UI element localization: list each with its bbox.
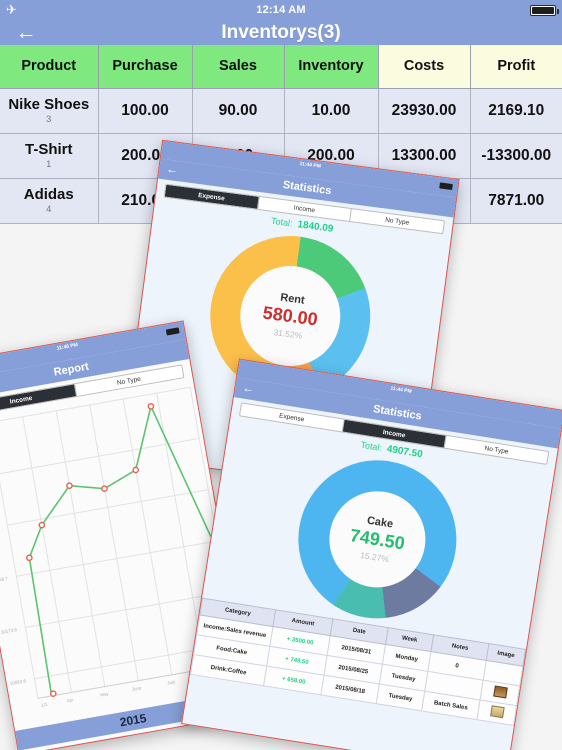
page-title: Inventorys(3) <box>221 22 341 43</box>
donut-center-value: 580.00 <box>261 302 319 330</box>
back-arrow-icon[interactable]: ← <box>165 161 180 178</box>
donut-center-percent: 31.52% <box>272 327 303 341</box>
donut-center: Rent 580.00 31.52% <box>234 259 347 373</box>
svg-text:10266.7: 10266.7 <box>0 576 9 584</box>
total-value: 4907.50 <box>385 443 424 461</box>
cake-photo-icon <box>492 685 508 699</box>
donut-center-value: 749.50 <box>348 525 407 554</box>
product-count: 1 <box>46 158 52 169</box>
cell-product: Nike Shoes 3 <box>0 88 99 134</box>
column-header-product[interactable]: Product <box>0 45 99 89</box>
svg-text:May: May <box>100 691 110 698</box>
column-header-costs[interactable]: Costs <box>378 45 471 89</box>
cell-inventory: 10.00 <box>284 88 379 134</box>
income-detail-table-wrapper: Category Amount Date Week Notes Image In… <box>190 598 526 726</box>
cell-sales: 90.00 <box>192 88 285 134</box>
cell-profit: 2169.10 <box>470 88 562 134</box>
table-row[interactable]: Nike Shoes 3 100.00 90.00 10.00 23930.00… <box>0 88 562 134</box>
column-header-sales[interactable]: Sales <box>192 45 285 89</box>
product-name: Nike Shoes <box>8 95 90 113</box>
nav-bar: ← Inventorys(3) <box>0 20 562 45</box>
product-count: 3 <box>46 113 52 124</box>
battery-full-icon <box>530 5 559 16</box>
total-label: Total: <box>359 439 383 453</box>
battery-full-icon <box>439 182 453 191</box>
svg-text:July: July <box>167 679 176 685</box>
back-arrow-icon[interactable]: ← <box>14 22 38 44</box>
income-donut-chart[interactable]: Cake 749.50 15.27% <box>286 448 468 630</box>
svg-text:June: June <box>131 685 142 692</box>
status-bar-time: 12:14 AM <box>256 4 306 16</box>
product-name: T-Shirt <box>25 140 73 158</box>
battery-full-icon <box>165 327 180 336</box>
coffee-photo-icon <box>489 705 505 719</box>
svg-text:Apr: Apr <box>66 697 74 703</box>
cell-product: T-Shirt 1 <box>0 133 99 179</box>
cell-profit: -13300.00 <box>470 133 562 179</box>
svg-text:1/1: 1/1 <box>41 702 49 708</box>
column-header-purchase[interactable]: Purchase <box>98 45 193 89</box>
y-axis-tick-labels: 12366.6 10266.7 10173.6 10062.6 <box>0 576 27 686</box>
card-income-statistics[interactable]: 11:44 PM ← Statistics Expense Income No … <box>181 358 562 750</box>
cell-profit: 7871.00 <box>470 178 562 224</box>
column-header-profit[interactable]: Profit <box>470 45 562 89</box>
app-root: ✈ 12:14 AM ← Inventorys(3) Product Purch… <box>0 0 562 750</box>
svg-text:10173.6: 10173.6 <box>0 627 17 635</box>
svg-text:10062.6: 10062.6 <box>9 678 26 686</box>
cell-product: Adidas 4 <box>0 178 99 224</box>
product-name: Adidas <box>23 185 74 203</box>
table-header-row: Product Purchase Sales Inventory Costs P… <box>0 45 562 89</box>
income-detail-table: Category Amount Date Week Notes Image In… <box>190 598 526 726</box>
cell-purchase: 100.00 <box>98 88 193 134</box>
data-point-markers <box>26 403 155 697</box>
airplane-mode-icon: ✈ <box>6 2 17 17</box>
status-bar: ✈ 12:14 AM <box>0 0 562 20</box>
total-value: 1840.09 <box>296 219 334 235</box>
donut-center-percent: 15.27% <box>359 549 390 565</box>
total-label: Total: <box>270 215 294 229</box>
donut-ring: Cake 749.50 15.27% <box>286 448 468 630</box>
cell-costs: 23930.00 <box>378 88 471 134</box>
product-count: 4 <box>46 203 52 214</box>
back-arrow-icon[interactable]: ← <box>241 379 255 397</box>
column-header-inventory[interactable]: Inventory <box>284 45 379 89</box>
donut-center: Cake 749.50 15.27% <box>322 484 433 595</box>
